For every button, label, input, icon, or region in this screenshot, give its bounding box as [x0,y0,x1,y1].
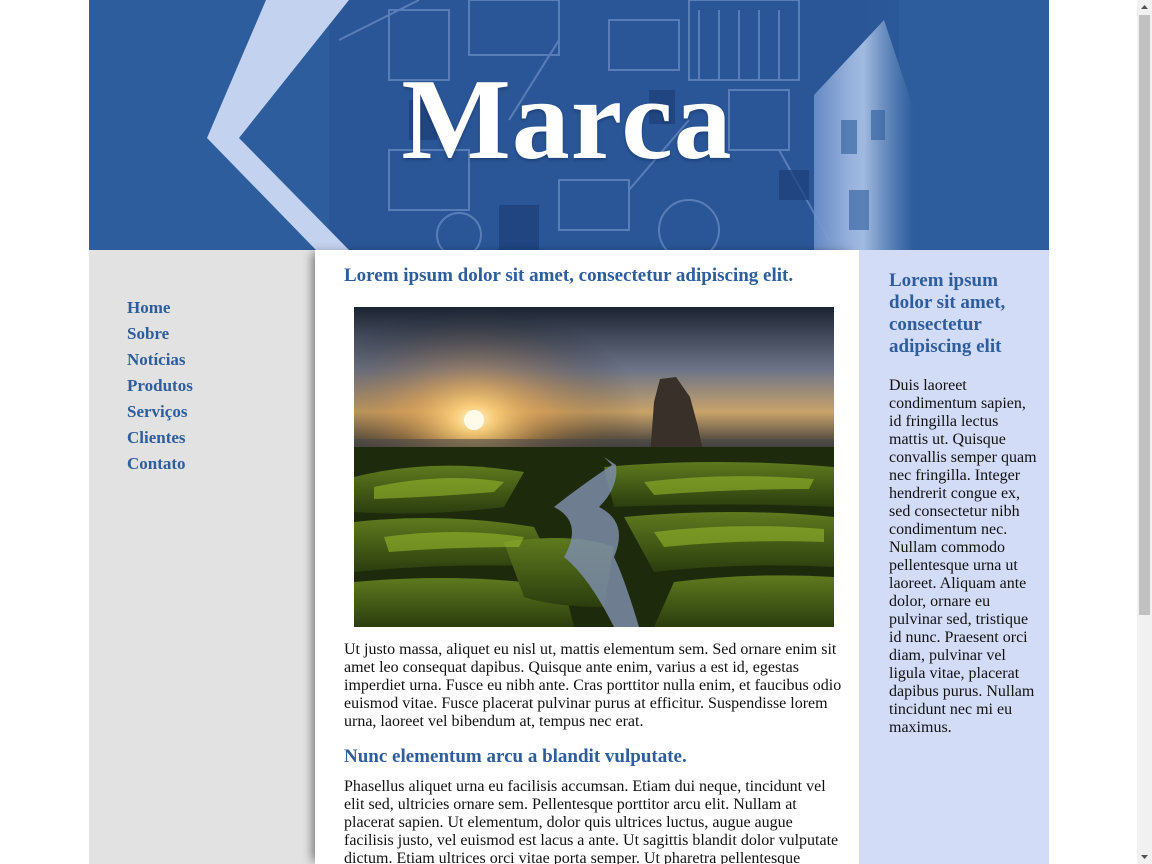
nav-link-sobre[interactable]: Sobre [127,324,169,343]
article-paragraph-1: Ut justo massa, aliquet eu nisl ut, matt… [344,641,842,730]
nav-item-clientes: Clientes [127,427,193,453]
nav-item-contato: Contato [127,453,193,479]
nav-link-contato[interactable]: Contato [127,454,186,473]
page: Marca Home Sobre Notícias Produtos Servi… [89,0,1049,864]
nav-item-noticias: Notícias [127,349,193,375]
sidebar-nav: Home Sobre Notícias Produtos Serviços Cl… [89,250,315,864]
nav-link-servicos[interactable]: Serviços [127,402,187,421]
main-content: Lorem ipsum dolor sit amet, consectetur … [315,250,859,864]
sidebar-text: Duis laoreet condimentum sapien, id frin… [889,377,1037,736]
article-paragraph-2: Phasellus aliquet urna eu facilisis accu… [344,778,839,864]
scroll-up-arrow-icon[interactable] [1137,0,1152,15]
right-sidebar: Lorem ipsum dolor sit amet, consectetur … [859,250,1049,864]
nav-item-home: Home [127,297,193,323]
sidebar-title: Lorem ipsum dolor sit amet, consectetur … [889,270,1006,357]
brand-logo-text[interactable]: Marca [389,62,745,178]
nav-link-clientes[interactable]: Clientes [127,428,186,447]
nav-list: Home Sobre Notícias Produtos Serviços Cl… [127,297,193,479]
nav-link-produtos[interactable]: Produtos [127,376,193,395]
nav-link-noticias[interactable]: Notícias [127,350,186,369]
nav-item-sobre: Sobre [127,323,193,349]
nav-item-servicos: Serviços [127,401,193,427]
article-title: Lorem ipsum dolor sit amet, consectetur … [344,265,794,286]
scroll-down-arrow-icon[interactable] [1137,849,1152,864]
scrollbar-thumb[interactable] [1139,15,1150,615]
landscape-photo [354,307,834,627]
article-subtitle: Nunc elementum arcu a blandit vulputate. [344,746,687,767]
nav-item-produtos: Produtos [127,375,193,401]
nav-link-home[interactable]: Home [127,298,170,317]
site-header: Marca [89,0,1049,250]
vertical-scrollbar[interactable] [1137,0,1152,864]
